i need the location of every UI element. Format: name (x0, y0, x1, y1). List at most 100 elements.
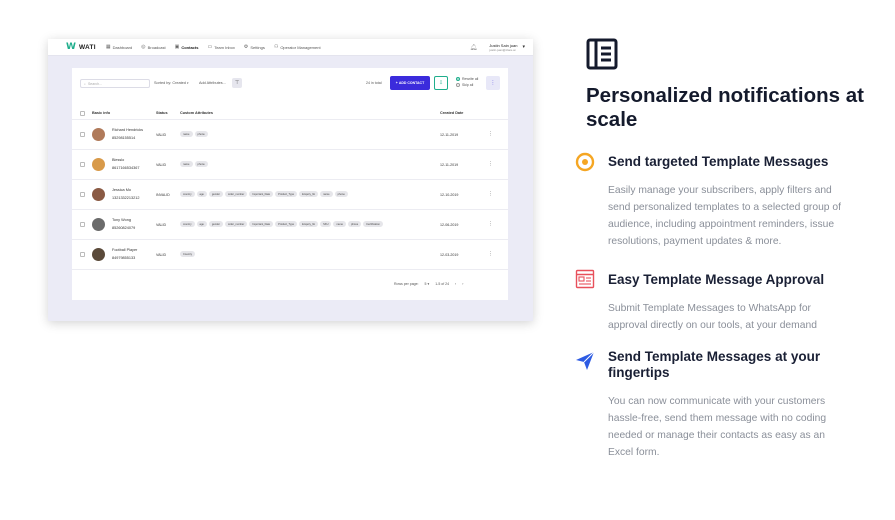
attribute-tag: phone (194, 161, 208, 167)
row-checkbox[interactable] (80, 132, 85, 137)
kebab-icon[interactable]: ⋮ (488, 161, 493, 167)
user-menu[interactable]: Justin Sain juan justin.juan@clare.ai (489, 43, 517, 52)
created-date: 12-10-2019 (440, 193, 459, 197)
feature-desc-targeted: Easily manage your subscribers, apply fi… (608, 185, 841, 247)
radio-icon (456, 77, 460, 81)
kebab-icon[interactable]: ⋮ (488, 191, 493, 197)
kebab-icon[interactable]: ⋮ (488, 251, 493, 257)
attribute-tag: gender (208, 221, 223, 227)
radio-label: Rewrite all (462, 77, 479, 81)
nav-label: Team Inbox (214, 44, 235, 50)
contact-phone: 85298155514 (112, 136, 136, 140)
table-row[interactable]: Tony Wong 85260824079 VALID country age gende… (72, 210, 508, 240)
feature-title-approval: Easy Template Message Approval (608, 272, 825, 287)
nav-label: Dashboard (112, 44, 133, 50)
contact-status: VALID (156, 223, 167, 227)
contact-name: Tony Wong (112, 218, 131, 222)
total-count: 24 in total (366, 81, 382, 85)
attribute-tag: country (180, 191, 195, 197)
logo-text: WATI (78, 43, 96, 51)
contact-status: INVALID (156, 193, 170, 197)
kebab-icon[interactable]: ⋮ (488, 131, 493, 137)
attribute-tag: Product_Type (275, 221, 298, 227)
filter-icon: ⊤ (234, 80, 240, 86)
attribute-tag: Important_Date (249, 221, 274, 227)
inbox-icon: ▭ (207, 44, 213, 50)
caret-down-icon: ▾ (427, 282, 430, 286)
sort-dropdown[interactable]: Sorted by: Created ▾ (154, 81, 188, 85)
add-contact-button[interactable]: + ADD CONTACT (390, 76, 430, 90)
import-button[interactable]: ⇩ (434, 76, 448, 90)
avatar (92, 188, 105, 201)
contact-status: VALID (156, 253, 167, 257)
search-icon: ⌕ (84, 81, 86, 86)
next-page-button[interactable]: › (462, 282, 463, 286)
template-icon (575, 269, 595, 289)
wati-logo[interactable]: W WATI (66, 42, 96, 52)
attribute-tag: Enquiry_flo (299, 191, 319, 197)
app-mockup: W WATI ▦ Dashboard ◎ Broadcast ▣ Contacts ▭… (48, 39, 533, 321)
radio-label: Skip all (462, 83, 474, 87)
radio-icon (456, 83, 460, 87)
column-custom-attributes: Custom Attributes (180, 111, 213, 115)
attribute-tags: name phone (180, 161, 208, 167)
user-email: justin.juan@clare.ai (489, 47, 516, 52)
add-attributes-link[interactable]: Add Attributes... (199, 81, 226, 85)
filter-button[interactable]: ⊤ (232, 78, 242, 88)
contact-status: VALID (156, 133, 167, 137)
kebab-icon[interactable]: ⋮ (488, 221, 493, 227)
nav-team-inbox[interactable]: ▭ Team Inbox (207, 44, 234, 50)
feature-title-fingertips: Send Template Messages at your fingertip… (608, 349, 821, 380)
caret-down-icon: ▾ (186, 81, 189, 85)
attribute-tag: age (196, 191, 207, 197)
rows-per-page-select[interactable]: 5 ▾ (425, 282, 430, 286)
nav-operator-management[interactable]: ⚇ Operator Management (274, 44, 321, 50)
broadcast-icon: ◎ (141, 44, 146, 50)
contact-name: Football Player (112, 248, 138, 252)
table-row[interactable]: Jessica Mo 1321332213212 INVALID country age… (72, 180, 508, 210)
row-checkbox[interactable] (80, 222, 85, 227)
contacts-toolbar: ⌕ Search... Sorted by: Created ▾ Add Attr… (72, 68, 508, 98)
table-row[interactable]: Football Player 84979855133 VALID Country 12… (72, 240, 508, 270)
more-options-button[interactable]: ⋮ (486, 76, 500, 90)
section-title: Personalized notifications at scale (586, 84, 864, 131)
prev-page-button[interactable]: ‹ (455, 282, 456, 286)
contact-status: VALID (156, 163, 167, 167)
person-add-icon: + (395, 81, 398, 85)
attribute-tag: Important_Date (249, 191, 274, 197)
attribute-tag: phone (347, 221, 362, 227)
bell-icon[interactable]: 🔔︎ (470, 44, 478, 51)
row-checkbox[interactable] (80, 162, 85, 167)
nav-label: Contacts (181, 44, 199, 50)
column-basic-info: Basic info (92, 111, 111, 115)
attribute-tags: country age gender order_number Important_Da… (180, 221, 383, 227)
row-checkbox[interactable] (80, 252, 85, 257)
contacts-panel: ⌕ Search... Sorted by: Created ▾ Add Attr… (72, 68, 508, 300)
avatar (92, 158, 105, 171)
nav-settings[interactable]: ⚙ Settings (244, 44, 265, 50)
nav-contacts[interactable]: ▣ Contacts (175, 44, 199, 50)
created-date: 12-11-2019 (440, 133, 459, 137)
select-all-checkbox[interactable] (80, 111, 85, 116)
caret-down-icon[interactable]: ▾ (522, 44, 525, 50)
search-input[interactable]: ⌕ Search... (80, 79, 150, 88)
attribute-tag: Enquiry_flo (299, 221, 319, 227)
column-created-date: Created Date (440, 111, 464, 115)
rows-per-page-label: Rows per page: (394, 282, 419, 286)
radio-skip-all[interactable]: Skip all (456, 83, 478, 87)
table-row[interactable]: Richard Hendricks 85298155514 VALID name pho… (72, 120, 508, 150)
feature-title-targeted: Send targeted Template Messages (608, 154, 829, 169)
attribute-tags: country age gender order_number Important_Da… (180, 191, 348, 197)
nav-broadcast[interactable]: ◎ Broadcast (141, 44, 165, 50)
contact-name: Blesslo (112, 158, 125, 162)
row-checkbox[interactable] (80, 192, 85, 197)
contact-phone: 84979855133 (112, 256, 136, 260)
radio-rewrite-all[interactable]: Rewrite all (456, 77, 478, 81)
attribute-tag: order_number (224, 221, 248, 227)
page-range: 1-5 of 24 (435, 282, 450, 286)
attribute-tag: country (180, 221, 195, 227)
search-placeholder: Search... (87, 81, 102, 86)
nav-dashboard[interactable]: ▦ Dashboard (106, 44, 132, 50)
attribute-tag: Country (180, 251, 196, 257)
table-row[interactable]: Blesslo 8617166534367 VALID name phone 12-11-… (72, 150, 508, 180)
